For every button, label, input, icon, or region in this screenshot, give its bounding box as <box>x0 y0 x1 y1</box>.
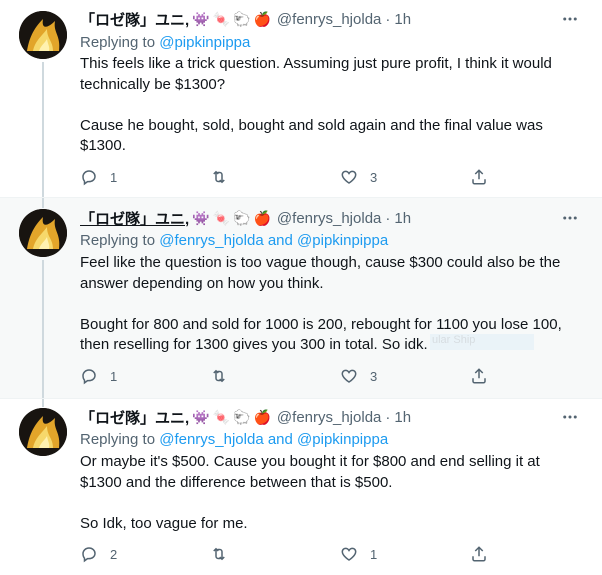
tweet-text: This feels like a trick question. Assumi… <box>80 54 580 157</box>
replying-to: Replying to @fenrys_hjolda and @pipkinpi… <box>80 232 388 249</box>
tweet-text: Or maybe it's $500. Cause you bought it … <box>80 452 580 534</box>
thread-line <box>42 62 44 197</box>
avatar[interactable] <box>19 11 67 59</box>
separator-dot: · <box>385 209 391 227</box>
replying-to-prefix: Replying to <box>80 431 156 448</box>
tweet-paragraph: Feel like the question is too vague thou… <box>80 254 561 292</box>
tweet-3[interactable]: 「ロゼ隊」ユニ, 👾 🍬 🐑 🍎 @fenrys_hjolda · 1h Rep… <box>0 399 602 575</box>
sheep-icon: 🐑 <box>233 408 251 425</box>
replying-to: Replying to @fenrys_hjolda and @pipkinpi… <box>80 431 388 448</box>
mention-link[interactable]: @pipkinpippa <box>297 232 388 249</box>
share-button[interactable] <box>470 544 500 564</box>
retweet-button[interactable] <box>210 366 340 386</box>
reply-bubble-icon <box>82 369 96 385</box>
like-count: 3 <box>370 169 378 185</box>
mention-joiner: and <box>267 431 293 448</box>
like-count: 1 <box>370 546 378 562</box>
apple-icon: 🍎 <box>253 408 271 425</box>
thread-line <box>42 260 44 398</box>
timestamp[interactable]: 1h <box>394 210 411 227</box>
replying-to-prefix: Replying to <box>80 232 156 249</box>
replying-to-prefix: Replying to <box>80 34 156 51</box>
share-button[interactable] <box>470 167 500 187</box>
separator-dot: · <box>385 408 391 426</box>
tweet-paragraph: So Idk, too vague for me. <box>80 514 248 532</box>
retweet-icon <box>213 369 225 383</box>
mention-link[interactable]: @pipkinpippa <box>159 34 250 51</box>
reply-button[interactable]: 1 <box>80 167 210 187</box>
replying-to: Replying to @pipkinpippa <box>80 34 250 51</box>
retweet-button[interactable] <box>210 544 340 564</box>
space-invader-icon: 👾 <box>192 10 210 27</box>
timestamp[interactable]: 1h <box>394 11 411 28</box>
tweet-header: 「ロゼ隊」ユニ, 👾 🍬 🐑 🍎 @fenrys_hjolda · 1h <box>80 407 562 427</box>
retweet-icon <box>213 547 225 561</box>
sheep-icon: 🐑 <box>233 209 251 226</box>
heart-icon <box>341 170 357 184</box>
tweet-actions: 1 3 <box>80 167 500 187</box>
space-invader-icon: 👾 <box>192 209 210 226</box>
heart-icon <box>341 547 357 561</box>
avatar[interactable] <box>19 209 67 257</box>
like-button[interactable]: 3 <box>340 366 470 386</box>
candy-icon: 🍬 <box>212 10 231 27</box>
mention-link[interactable]: @pipkinpippa <box>297 431 388 448</box>
separator-dot: · <box>385 10 391 28</box>
reply-count: 2 <box>110 546 118 562</box>
share-upload-icon <box>472 169 486 185</box>
like-button[interactable]: 3 <box>340 167 470 187</box>
heart-icon <box>341 369 357 383</box>
reply-bubble-icon <box>82 170 96 186</box>
reply-button[interactable]: 1 <box>80 366 210 386</box>
like-count: 3 <box>370 368 378 384</box>
reply-count: 1 <box>110 368 118 384</box>
candy-icon: 🍬 <box>212 209 231 226</box>
tweet-actions: 1 3 <box>80 366 500 386</box>
mention-link[interactable]: @fenrys_hjolda <box>159 431 263 448</box>
sheep-icon: 🐑 <box>233 10 251 27</box>
tweet-header: 「ロゼ隊」ユニ, 👾 🍬 🐑 🍎 @fenrys_hjolda · 1h <box>80 208 562 228</box>
user-handle[interactable]: @fenrys_hjolda <box>277 11 381 28</box>
tweet-actions: 2 1 <box>80 544 500 564</box>
retweet-button[interactable] <box>210 167 340 187</box>
tweet-2[interactable]: 「ロゼ隊」ユニ, 👾 🍬 🐑 🍎 @fenrys_hjolda · 1h Rep… <box>0 198 602 398</box>
more-horizontal-icon[interactable] <box>560 9 580 29</box>
display-name[interactable]: 「ロゼ隊」ユニ, <box>80 407 189 428</box>
apple-icon: 🍎 <box>253 10 271 27</box>
retweet-icon <box>213 170 225 184</box>
avatar[interactable] <box>19 408 67 456</box>
like-button[interactable]: 1 <box>340 544 470 564</box>
share-upload-icon <box>472 368 486 384</box>
reply-count: 1 <box>110 169 118 185</box>
more-horizontal-icon[interactable] <box>560 407 580 427</box>
reply-button[interactable]: 2 <box>80 544 210 564</box>
tweet-paragraph: Or maybe it's $500. Cause you bought it … <box>80 453 540 491</box>
thread-line <box>42 198 44 208</box>
ghost-tooltip: ular Ship <box>430 334 534 350</box>
space-invader-icon: 👾 <box>192 408 210 425</box>
timestamp[interactable]: 1h <box>394 409 411 426</box>
display-name[interactable]: 「ロゼ隊」ユニ, <box>80 9 189 30</box>
mention-link[interactable]: @fenrys_hjolda <box>159 232 263 249</box>
display-name[interactable]: 「ロゼ隊」ユニ, <box>80 208 189 229</box>
tweet-paragraph: Cause he bought, sold, bought and sold a… <box>80 116 543 155</box>
user-handle[interactable]: @fenrys_hjolda <box>277 409 381 426</box>
reply-bubble-icon <box>82 547 96 563</box>
candy-icon: 🍬 <box>212 408 231 425</box>
share-upload-icon <box>472 546 486 562</box>
share-button[interactable] <box>470 366 500 386</box>
user-handle[interactable]: @fenrys_hjolda <box>277 210 381 227</box>
thread-line <box>42 399 44 407</box>
more-horizontal-icon[interactable] <box>560 208 580 228</box>
tweet-header: 「ロゼ隊」ユニ, 👾 🍬 🐑 🍎 @fenrys_hjolda · 1h <box>80 9 562 29</box>
tweet-1[interactable]: 「ロゼ隊」ユニ, 👾 🍬 🐑 🍎 @fenrys_hjolda · 1h Rep… <box>0 0 602 197</box>
mention-joiner: and <box>267 232 293 249</box>
apple-icon: 🍎 <box>253 209 271 226</box>
tweet-paragraph: This feels like a trick question. Assumi… <box>80 55 552 93</box>
